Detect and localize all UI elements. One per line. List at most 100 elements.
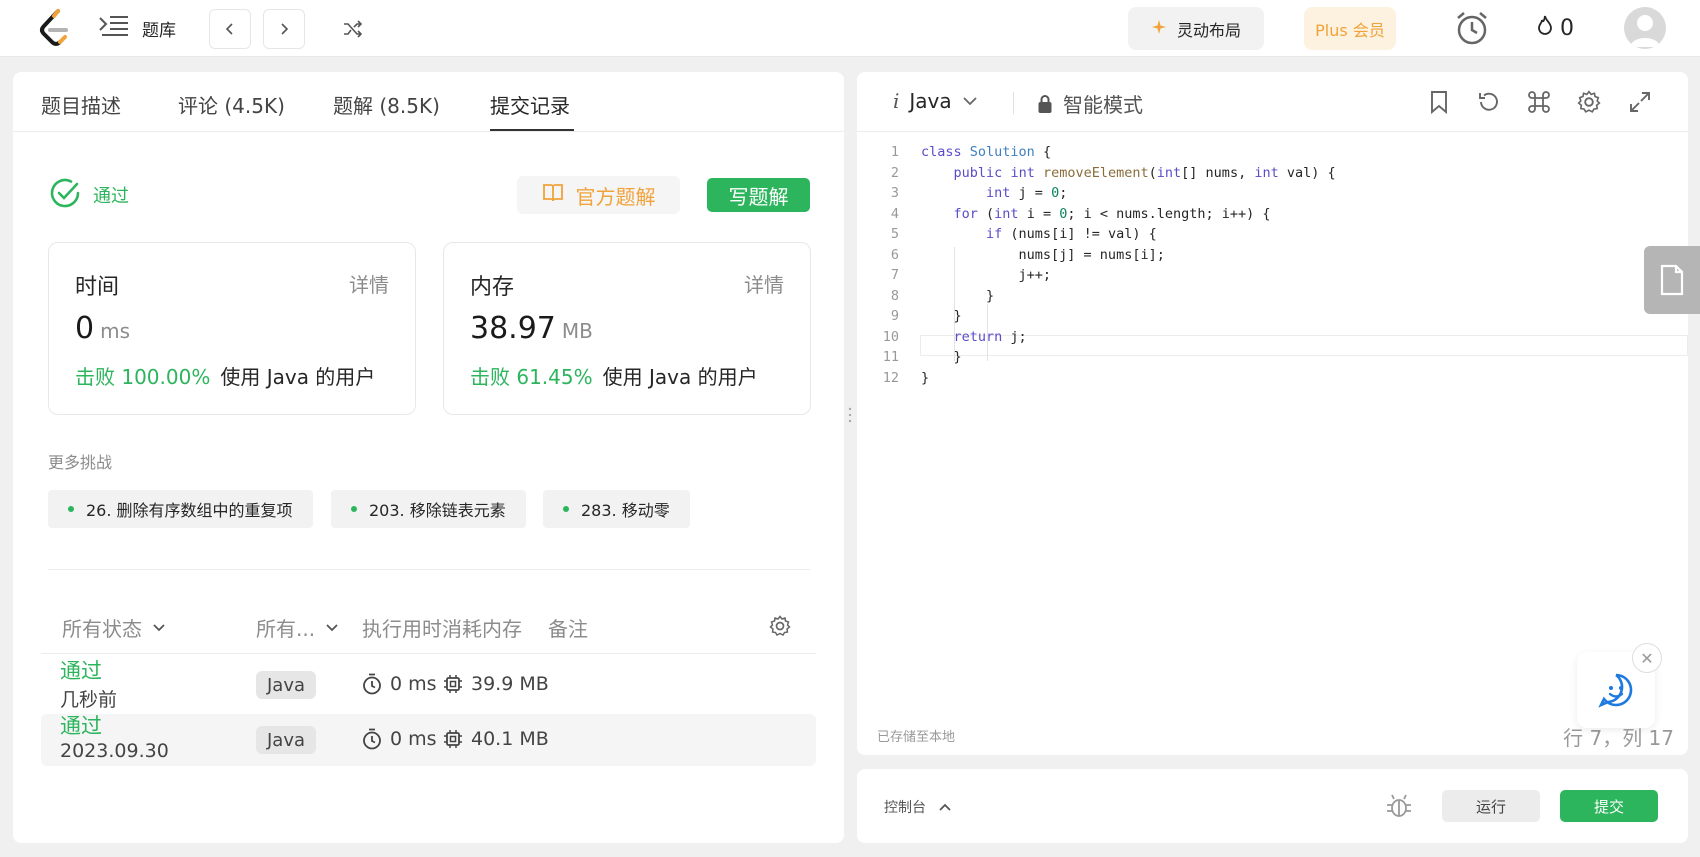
- official-solution-button[interactable]: 官方题解: [517, 176, 680, 214]
- challenge-chip[interactable]: 203. 移除链表元素: [331, 490, 526, 528]
- memory-metric: 40.1 MB: [443, 728, 549, 750]
- dynamic-layout-button[interactable]: 灵动布局: [1128, 7, 1264, 50]
- shuffle-icon[interactable]: [340, 16, 366, 42]
- chevron-left-icon: [225, 23, 233, 35]
- runtime-column-header: 执行用时: [362, 617, 442, 641]
- code-line: nums[j] = nums[i];: [921, 247, 1165, 263]
- memory-value: 38.97 MB: [470, 311, 593, 346]
- next-problem-button[interactable]: [263, 9, 305, 49]
- prev-problem-button[interactable]: [209, 9, 251, 49]
- current-line-highlight: [920, 335, 1688, 356]
- check-circle-icon: [49, 177, 81, 213]
- submit-button[interactable]: 提交: [1560, 790, 1658, 822]
- code-line: return j;: [953, 329, 1027, 345]
- line-number: 8: [890, 288, 899, 304]
- book-icon: [542, 183, 564, 208]
- chevron-down-icon: [326, 623, 338, 631]
- code-line: j++;: [921, 267, 1052, 283]
- code-editor-panel: i Java 智能模式 1 2 3 4 5 6 7 8 9 10 11 12 c…: [857, 72, 1688, 755]
- language-badge: Java: [256, 726, 317, 754]
- dot-icon: [563, 506, 569, 512]
- problem-list-button[interactable]: 题库: [98, 14, 176, 42]
- chip-icon: [444, 730, 462, 748]
- fullscreen-icon[interactable]: [1626, 88, 1654, 116]
- table-row[interactable]: 通过 2023.09.30 Java 0 ms 40.1 MB: [41, 714, 816, 766]
- streak-count: 0: [1560, 15, 1574, 41]
- memory-card: 内存 详情 38.97 MB 击败 61.45% 使用 Java 的用户: [443, 242, 811, 415]
- line-number: 10: [882, 329, 899, 345]
- memory-column-header: 消耗内存: [442, 617, 522, 641]
- top-navbar: 题库 灵动布局 Plus 会员 0: [0, 0, 1700, 57]
- challenge-chip[interactable]: 26. 删除有序数组中的重复项: [48, 490, 313, 528]
- code-line: }: [921, 288, 995, 304]
- tab-description[interactable]: 题目描述: [41, 90, 121, 119]
- info-icon: i: [893, 89, 900, 113]
- runtime-detail-link[interactable]: 详情: [349, 269, 389, 298]
- status-filter-dropdown[interactable]: 所有状态: [62, 613, 166, 642]
- run-button[interactable]: 运行: [1442, 790, 1540, 822]
- gear-icon[interactable]: [769, 615, 791, 637]
- fire-icon: [1536, 14, 1554, 42]
- line-number: 9: [890, 308, 899, 324]
- debug-bug-icon[interactable]: [1385, 792, 1413, 820]
- sparkle-icon: [1151, 19, 1167, 39]
- notes-column-header: 备注: [548, 617, 588, 641]
- smart-mode-toggle[interactable]: 智能模式: [1037, 89, 1143, 118]
- stopwatch-icon: [363, 673, 381, 695]
- chat-smile-icon: [1598, 673, 1633, 708]
- dot-icon: [68, 506, 74, 512]
- language-filter-dropdown[interactable]: 所有...: [256, 613, 339, 642]
- submission-status-link[interactable]: 通过: [60, 710, 102, 740]
- alarm-clock-icon[interactable]: [1452, 8, 1492, 48]
- runtime-value: 0 ms: [75, 311, 130, 346]
- result-status: 通过: [49, 177, 129, 213]
- line-number: 1: [890, 144, 899, 160]
- runtime-card: 时间 详情 0 ms 击败 100.00% 使用 Java 的用户: [48, 242, 416, 415]
- chevron-down-icon: [963, 97, 977, 106]
- memory-detail-link[interactable]: 详情: [744, 269, 784, 298]
- runtime-title: 时间: [75, 275, 120, 300]
- language-select[interactable]: i Java: [893, 89, 978, 113]
- official-solution-label: 官方题解: [575, 184, 656, 209]
- submission-time: 几秒前: [60, 689, 118, 711]
- submission-time: 2023.09.30: [60, 740, 169, 762]
- tab-comments[interactable]: 评论 (4.5K): [178, 90, 285, 119]
- write-solution-button[interactable]: 写题解: [707, 178, 810, 212]
- reset-icon[interactable]: [1475, 88, 1503, 116]
- divider: [41, 653, 816, 654]
- stopwatch-icon: [363, 728, 381, 750]
- bookmark-icon[interactable]: [1425, 88, 1453, 116]
- streak-counter[interactable]: 0: [1536, 14, 1574, 42]
- tab-solutions[interactable]: 题解 (8.5K): [333, 90, 440, 119]
- dynamic-layout-label: 灵动布局: [1176, 20, 1241, 40]
- divider: [48, 569, 810, 570]
- settings-gear-icon[interactable]: [1575, 88, 1603, 116]
- avatar[interactable]: [1624, 7, 1666, 49]
- runtime-metric: 0 ms: [362, 673, 437, 695]
- tab-submissions[interactable]: 提交记录: [490, 90, 570, 119]
- leetcode-logo-icon[interactable]: [38, 8, 72, 48]
- lock-icon: [1038, 94, 1052, 113]
- command-icon[interactable]: [1525, 88, 1553, 116]
- line-number: 7: [890, 267, 899, 283]
- code-line: }: [921, 308, 962, 324]
- chevron-down-icon: [153, 623, 165, 631]
- line-number: 2: [890, 165, 899, 181]
- editor-toolbar: i Java 智能模式: [857, 72, 1688, 132]
- close-icon[interactable]: ✕: [1632, 643, 1662, 673]
- more-challenges-label: 更多挑战: [48, 453, 113, 472]
- notes-side-tab[interactable]: [1644, 246, 1700, 314]
- problem-list-label: 题库: [142, 20, 176, 41]
- plus-member-button[interactable]: Plus 会员: [1304, 7, 1396, 50]
- submission-status-link[interactable]: 通过: [60, 655, 102, 685]
- console-toggle[interactable]: 控制台: [884, 797, 952, 817]
- panel-resize-handle[interactable]: [848, 406, 852, 424]
- dot-icon: [351, 506, 357, 512]
- code-line: class Solution {: [921, 144, 1052, 160]
- list-indent-icon: [98, 14, 130, 42]
- challenge-chip[interactable]: 283. 移动零: [543, 490, 690, 528]
- line-number: 5: [890, 226, 899, 242]
- chevron-up-icon: [939, 803, 951, 811]
- table-row[interactable]: 通过 几秒前 Java 0 ms 39.9 MB: [41, 659, 816, 711]
- runtime-beat: 击败 100.00% 使用 Java 的用户: [75, 365, 376, 389]
